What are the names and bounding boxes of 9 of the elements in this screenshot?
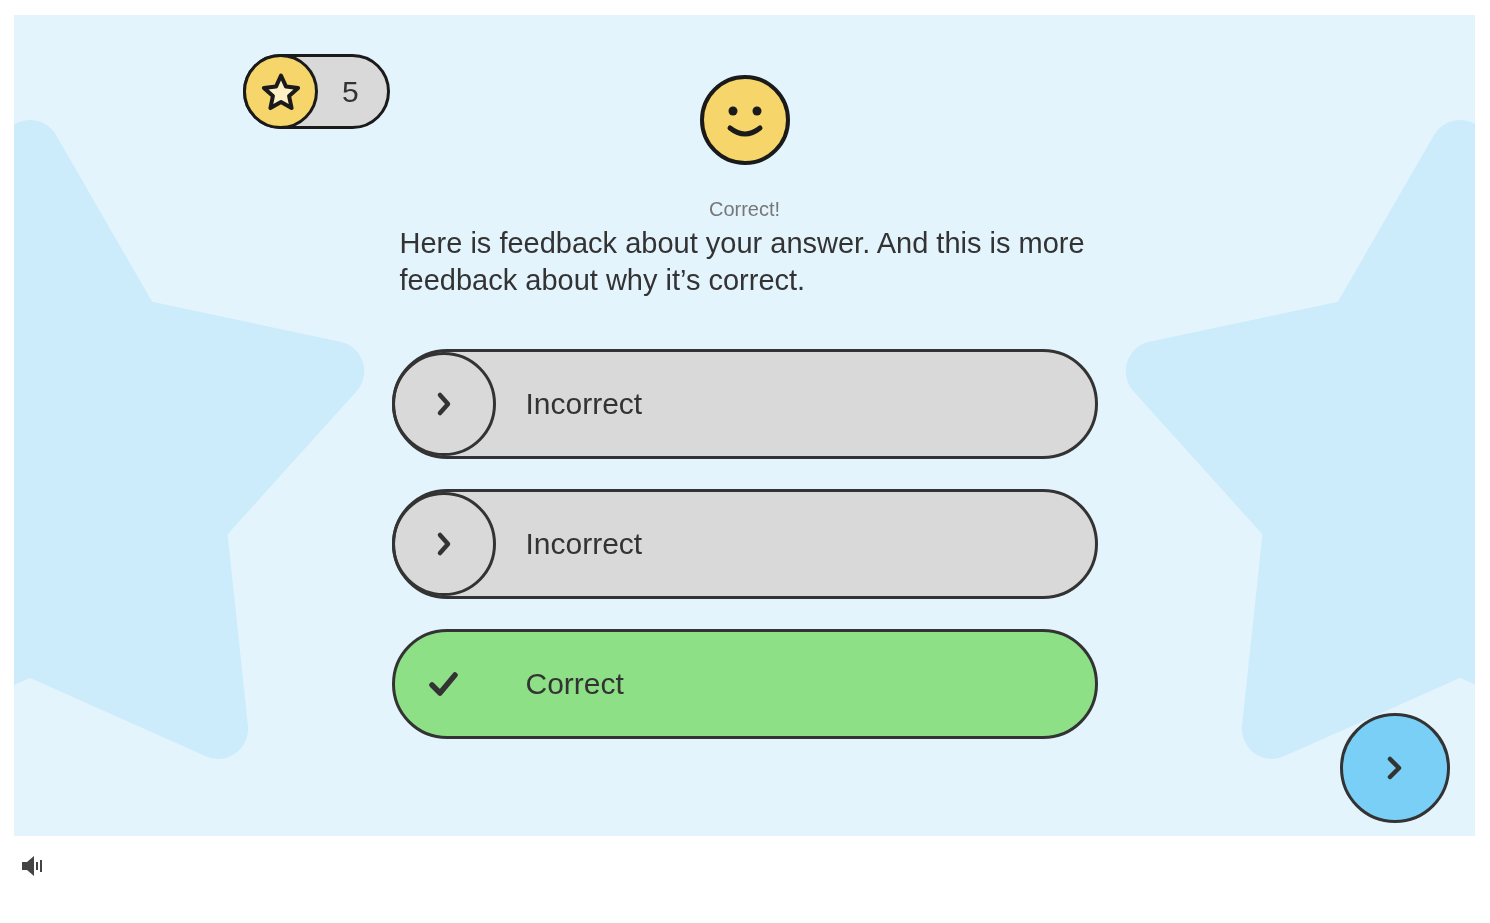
smiley-face-icon — [698, 74, 791, 166]
answer-option[interactable]: Correct — [391, 629, 1098, 739]
checkmark-icon — [428, 670, 459, 698]
speaker-icon[interactable] — [22, 856, 44, 876]
answer-option[interactable]: Incorrect — [391, 349, 1098, 459]
feedback-heading: Correct! — [708, 198, 781, 221]
star-count: 5 — [342, 74, 359, 109]
answer-option[interactable]: Incorrect — [391, 489, 1098, 599]
feedback-text: Here is feedback about your answer. And this is more feedback about why it’s correct. — [399, 226, 1086, 298]
